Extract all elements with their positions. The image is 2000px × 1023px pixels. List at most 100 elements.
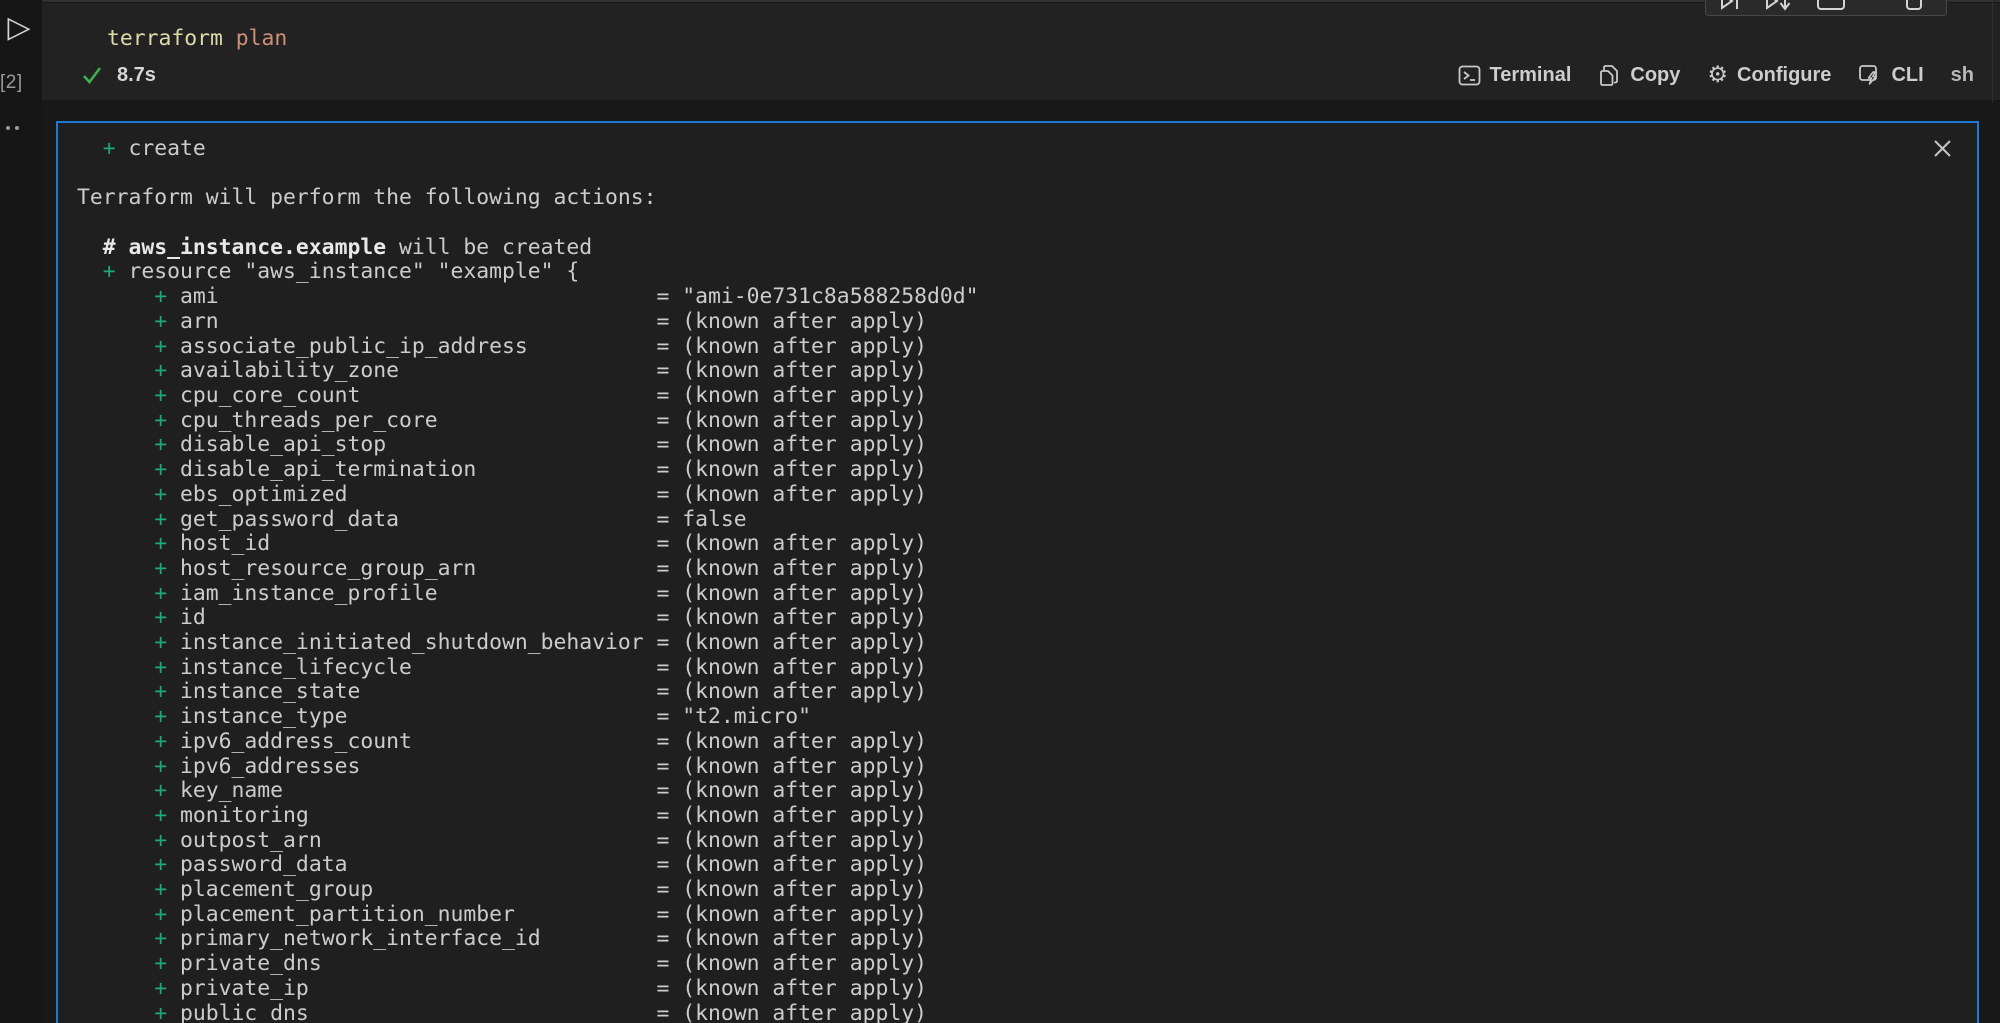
attribute-row: + host_id= (known after apply) <box>77 532 1977 557</box>
attribute-row: + instance_type= "t2.micro" <box>77 705 1977 730</box>
attribute-row: + placement_group= (known after apply) <box>77 878 1977 903</box>
attribute-value: = (known after apply) <box>657 334 927 359</box>
attribute-row: + instance_lifecycle= (known after apply… <box>77 656 1977 681</box>
attribute-value: = "ami-0e731c8a588258d0d" <box>657 284 979 309</box>
plus-symbol: + <box>77 729 180 754</box>
attribute-row: + disable_api_stop= (known after apply) <box>77 433 1977 458</box>
plan-summary-line: + create <box>77 137 1977 162</box>
cell-right-border <box>1992 0 1993 103</box>
configure-button[interactable]: ⚙ Configure <box>1707 64 1831 87</box>
attribute-value: = (known after apply) <box>657 877 927 902</box>
cli-lightning-icon <box>1858 63 1882 87</box>
attribute-name: associate_public_ip_address <box>180 335 656 360</box>
cli-button[interactable]: CLI <box>1858 63 1923 87</box>
attribute-row: + arn= (known after apply) <box>77 310 1977 335</box>
run-cell-button[interactable]: ▷ <box>3 12 35 44</box>
terminal-button-label: Terminal <box>1490 64 1572 87</box>
attribute-row: + primary_network_interface_id= (known a… <box>77 927 1977 952</box>
code-cell: terraform plan 8.7s Terminal <box>42 3 2000 100</box>
attribute-name: primary_network_interface_id <box>180 927 656 952</box>
attribute-value: = (known after apply) <box>657 383 927 408</box>
success-check-icon <box>80 63 104 87</box>
plus-symbol: + <box>77 951 180 976</box>
resource-open-line: + resource "aws_instance" "example" { <box>77 260 1977 285</box>
attribute-name: availability_zone <box>180 359 656 384</box>
terminal-icon <box>1458 64 1481 87</box>
plus-symbol: + <box>77 358 180 383</box>
attribute-row: + ebs_optimized= (known after apply) <box>77 483 1977 508</box>
attribute-row: + id= (known after apply) <box>77 606 1977 631</box>
attribute-row: + cpu_core_count= (known after apply) <box>77 384 1977 409</box>
close-icon <box>1932 138 1953 159</box>
attribute-name: instance_lifecycle <box>180 656 656 681</box>
attribute-row: + availability_zone= (known after apply) <box>77 359 1977 384</box>
copy-button[interactable]: Copy <box>1598 64 1680 87</box>
plus-symbol: + <box>77 457 180 482</box>
attribute-name: instance_initiated_shutdown_behavior <box>180 631 656 656</box>
execute-below-icon[interactable] <box>1764 0 1794 17</box>
attribute-row: + instance_state= (known after apply) <box>77 680 1977 705</box>
attribute-name: id <box>180 606 656 631</box>
attribute-name: private_ip <box>180 977 656 1002</box>
attribute-name: host_id <box>180 532 656 557</box>
attribute-value: = (known after apply) <box>657 457 927 482</box>
attribute-value: = (known after apply) <box>657 482 927 507</box>
command-editor[interactable]: terraform plan <box>107 25 287 53</box>
attribute-name: placement_partition_number <box>180 903 656 928</box>
attribute-name: placement_group <box>180 878 656 903</box>
attribute-row: + private_dns= (known after apply) <box>77 952 1977 977</box>
attribute-value: = (known after apply) <box>657 432 927 457</box>
attribute-name: ami <box>180 285 656 310</box>
attribute-value: = (known after apply) <box>657 679 927 704</box>
attribute-value: = "t2.micro" <box>657 704 812 729</box>
split-cell-icon[interactable] <box>1816 0 1846 17</box>
cell-language-label[interactable]: sh <box>1951 64 1974 87</box>
plus-symbol: + <box>77 655 180 680</box>
cell-action-bar: Terminal Copy ⚙ Configure <box>1458 63 1975 87</box>
attribute-row: + disable_api_termination= (known after … <box>77 458 1977 483</box>
plus-symbol: + <box>77 334 180 359</box>
terraform-output-panel: + create Terraform will perform the foll… <box>56 121 1979 1023</box>
attribute-value: = (known after apply) <box>657 729 927 754</box>
attribute-name: password_data <box>180 853 656 878</box>
more-actions-icon[interactable] <box>1904 0 1924 17</box>
plus-symbol: + <box>77 259 129 284</box>
attribute-row: + ami= "ami-0e731c8a588258d0d" <box>77 285 1977 310</box>
plus-symbol: + <box>77 581 180 606</box>
terminal-button[interactable]: Terminal <box>1458 64 1572 87</box>
attribute-name: iam_instance_profile <box>180 582 656 607</box>
blank-line <box>77 211 1977 236</box>
attribute-row: + get_password_data= false <box>77 508 1977 533</box>
attribute-row: + instance_initiated_shutdown_behavior= … <box>77 631 1977 656</box>
plus-symbol: + <box>77 704 180 729</box>
attribute-name: disable_api_stop <box>180 433 656 458</box>
plan-action-create: create <box>129 136 206 161</box>
copy-button-label: Copy <box>1630 64 1680 87</box>
attribute-name: key_name <box>180 779 656 804</box>
drag-handle-dots[interactable] <box>6 126 19 130</box>
attribute-value: = (known after apply) <box>657 531 927 556</box>
close-output-button[interactable] <box>1929 135 1955 161</box>
plus-symbol: + <box>77 284 180 309</box>
attribute-name: outpost_arn <box>180 829 656 854</box>
plus-symbol: + <box>77 408 180 433</box>
attribute-value: = false <box>657 507 747 532</box>
attribute-value: = (known after apply) <box>657 655 927 680</box>
plus-symbol: + <box>77 902 180 927</box>
attribute-name: public_dns <box>180 1002 656 1023</box>
attribute-row: + key_name= (known after apply) <box>77 779 1977 804</box>
plus-symbol: + <box>77 1001 180 1023</box>
attribute-name: disable_api_termination <box>180 458 656 483</box>
attribute-row: + public_dns= (known after apply) <box>77 1002 1977 1023</box>
attribute-row: + outpost_arn= (known after apply) <box>77 829 1977 854</box>
attribute-row: + monitoring= (known after apply) <box>77 804 1977 829</box>
execute-above-icon[interactable] <box>1718 0 1744 17</box>
attribute-name: private_dns <box>180 952 656 977</box>
attribute-name: monitoring <box>180 804 656 829</box>
attribute-value: = (known after apply) <box>657 828 927 853</box>
attribute-value: = (known after apply) <box>657 556 927 581</box>
configure-button-label: Configure <box>1737 64 1831 87</box>
cell-status-row: 8.7s <box>80 63 156 87</box>
plus-symbol: + <box>77 976 180 1001</box>
plus-symbol: + <box>77 556 180 581</box>
